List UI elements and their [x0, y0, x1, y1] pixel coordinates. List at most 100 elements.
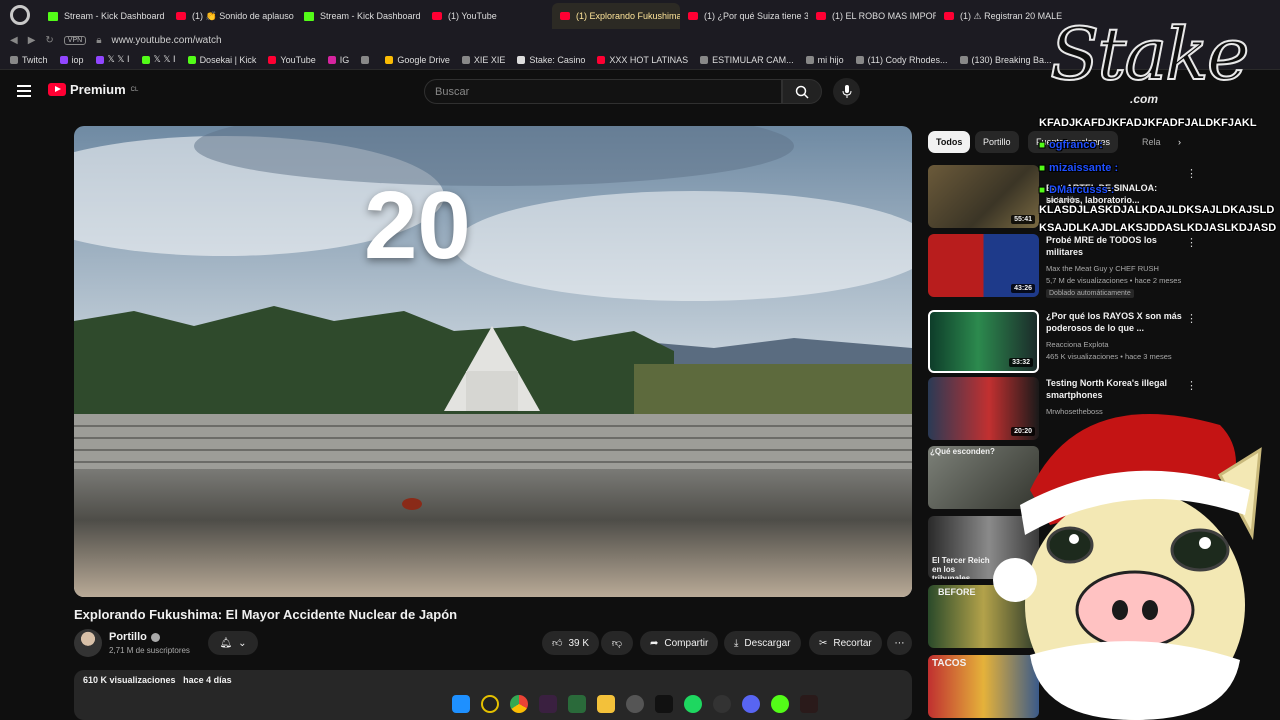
like-button[interactable]: 👍︎ 39 K [542, 631, 600, 655]
thumbnail-text: BEFORE [938, 587, 976, 597]
bookmark-11[interactable]: XXX HOT LATINAS [597, 55, 688, 65]
back-icon[interactable]: ◀ [10, 35, 18, 46]
voice-search-button[interactable] [833, 78, 860, 105]
bookmark-label: (130) Breaking Ba... [971, 54, 1052, 65]
youtube-icon [597, 55, 606, 64]
tab-4-active[interactable]: (1) Explorando Fukushima [552, 3, 680, 29]
kick-icon[interactable] [771, 695, 789, 713]
chip-all[interactable]: Todos [928, 131, 971, 153]
clip-button[interactable]: ✂ Recortar [809, 631, 882, 655]
bookmark-1[interactable]: iop [59, 55, 84, 65]
bookmark-label: IG [339, 54, 350, 65]
tab-6[interactable]: (1) EL ROBO MAS IMPOR [808, 3, 936, 29]
youtube-icon [944, 12, 954, 20]
share-button[interactable]: ➦ Compartir [640, 631, 719, 655]
bookmark-5[interactable]: YouTube [268, 55, 316, 65]
chip-channel[interactable]: Portillo [975, 131, 1019, 153]
url-field[interactable]: www.youtube.com/watch [112, 35, 222, 46]
notification-bell-button[interactable]: 🔔︎ ⌄ [208, 631, 258, 655]
bookmark-14[interactable]: (11) Cody Rhodes... [855, 55, 948, 65]
recommendation-item[interactable]: 43:26 Probé MRE de TODOS los militares M… [928, 234, 1280, 298]
bookmark-6[interactable]: IG [327, 54, 350, 65]
windows-start-icon[interactable] [452, 695, 470, 713]
video-thumbnail[interactable]: 43:26 [928, 234, 1039, 297]
channel-avatar[interactable] [74, 629, 102, 657]
bookmark-8[interactable]: Google Drive [385, 55, 450, 65]
stake-logo-text: Stake [1049, 11, 1250, 97]
bookmark-7[interactable] [361, 55, 373, 64]
bookmark-4[interactable]: Dosekai | Kick [187, 55, 256, 65]
tab-2[interactable]: Stream - Kick Dashboard [296, 3, 424, 29]
spotify-icon[interactable] [684, 695, 702, 713]
search-input[interactable]: Buscar [424, 79, 782, 104]
tab-3[interactable]: (1) YouTube [424, 3, 552, 29]
file-explorer-icon[interactable] [597, 695, 615, 713]
video-player[interactable]: 20 [74, 126, 912, 597]
scissors-icon: ✂ [819, 637, 828, 649]
video-thumbnail[interactable]: 55:41 [928, 165, 1039, 228]
page-icon [805, 55, 814, 64]
tab-1[interactable]: (1) 👏 Sonido de aplauso [168, 3, 296, 29]
visual-studio-icon[interactable] [539, 695, 557, 713]
tab-label: (1) ⚠ Registran 20 MALE [960, 10, 1063, 21]
more-horizontal-icon: ⋯ [894, 637, 905, 649]
notepad-icon[interactable] [568, 695, 586, 713]
recommendation-channel: Max the Meat Guy y CHEF RUSH [1046, 264, 1159, 273]
steam-icon[interactable] [713, 695, 731, 713]
chevron-right-icon[interactable]: › [1170, 131, 1189, 153]
more-vertical-icon[interactable]: ⋮ [1186, 167, 1197, 180]
channel-name[interactable]: Portillo [109, 631, 160, 643]
app-icon[interactable] [800, 695, 818, 713]
tab-7[interactable]: (1) ⚠ Registran 20 MALE [936, 3, 1064, 29]
search-button[interactable] [782, 79, 822, 104]
bookmark-15[interactable]: (130) Breaking Ba... [959, 54, 1052, 65]
bookmark-9[interactable]: XIE XIE [461, 55, 505, 65]
forward-icon[interactable]: ▶ [28, 35, 36, 46]
bell-icon: 🔔︎ [219, 637, 233, 649]
youtube-logo[interactable]: Premium CL [48, 82, 138, 97]
chrome-icon[interactable] [510, 695, 528, 713]
reload-icon[interactable]: ↻ [45, 35, 53, 46]
kick-icon [187, 55, 196, 64]
chat-text: KFADJKAFDJKFADJKFADFJALDKFJAKL [1039, 117, 1257, 129]
bookmark-label: mi hijo [817, 54, 844, 65]
page-icon [700, 55, 709, 64]
chat-message: ■ DMarcusss : [1039, 184, 1114, 196]
tab-5[interactable]: (1) ¿Por qué Suiza tiene 3 [680, 3, 808, 29]
bookmark-0[interactable]: Twitch [10, 55, 48, 65]
more-actions-button[interactable]: ⋯ [887, 631, 912, 655]
discord-icon[interactable] [742, 695, 760, 713]
capcut-icon[interactable] [655, 695, 673, 713]
download-button[interactable]: ⤓ Descargar [724, 631, 801, 655]
bookmark-10[interactable]: Stake: Casino [517, 55, 585, 65]
chip-related[interactable]: Rela [1134, 131, 1169, 153]
more-vertical-icon[interactable]: ⋮ [1186, 312, 1197, 325]
obs-icon[interactable] [626, 695, 644, 713]
more-vertical-icon[interactable]: ⋮ [1186, 236, 1197, 249]
page-icon [461, 55, 470, 64]
opera-gx-icon[interactable] [481, 695, 499, 713]
video-thumbnail[interactable]: 33:32 [928, 310, 1039, 373]
bookmark-2[interactable]: 𝕏 𝕏 I [95, 54, 130, 65]
more-vertical-icon[interactable]: ⋮ [1186, 379, 1197, 392]
page-icon [361, 55, 370, 64]
opera-logo-icon[interactable] [0, 0, 40, 30]
video-title: Explorando Fukushima: El Mayor Accidente… [74, 607, 458, 622]
chevron-down-icon: ⌄ [238, 637, 247, 649]
region-code: CL [130, 86, 139, 93]
bookmark-3[interactable]: 𝕏 𝕏 I [141, 54, 176, 65]
recommendation-title[interactable]: ¿Por qué los RAYOS X son más poderosos d… [1046, 310, 1186, 334]
dislike-button[interactable]: 👎︎ [601, 631, 633, 655]
menu-icon[interactable] [17, 85, 31, 97]
recommendation-item[interactable]: 33:32 ¿Por qué los RAYOS X son más poder… [928, 310, 1280, 374]
tab-0[interactable]: Stream - Kick Dashboard [40, 3, 168, 29]
bookmark-12[interactable]: ESTIMULAR CAM... [700, 55, 794, 65]
vpn-badge[interactable]: VPN [63, 35, 87, 45]
video-duration: 43:26 [1011, 284, 1035, 293]
recommendation-stats: 5,7 M de visualizaciones • hace 2 meses [1046, 276, 1182, 285]
youtube-icon [268, 55, 277, 64]
bookmark-label: Stake: Casino [529, 54, 586, 65]
bookmark-13[interactable]: mi hijo [805, 54, 844, 65]
recommendation-title[interactable]: Probé MRE de TODOS los militares [1046, 234, 1186, 258]
thumbnail-text: ¿Qué esconden? [930, 447, 995, 456]
